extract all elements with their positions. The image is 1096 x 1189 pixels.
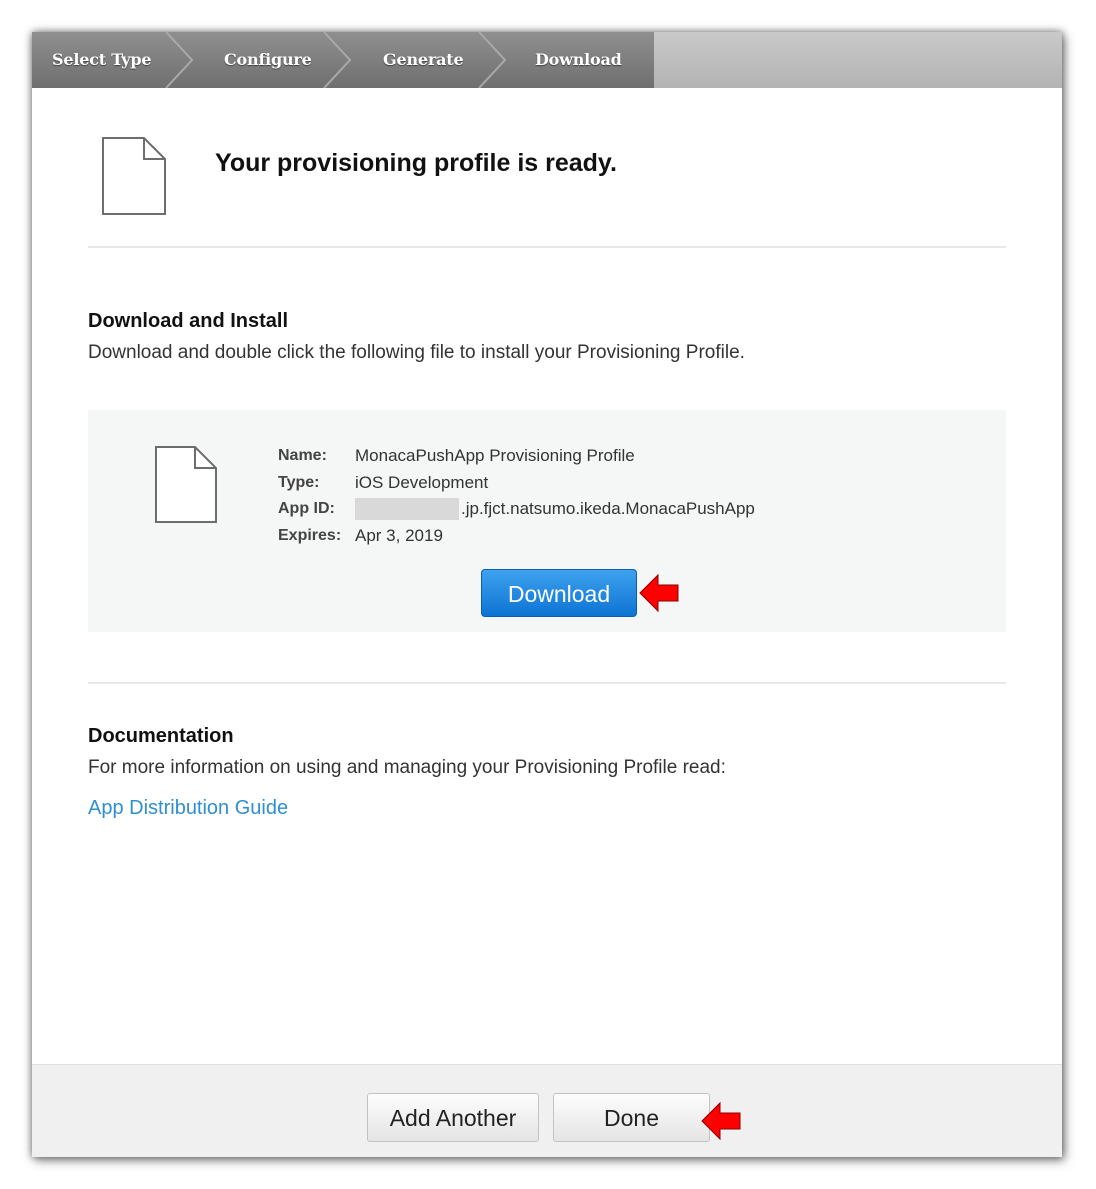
red-arrow-icon [701, 1101, 741, 1141]
documentation-description: For more information on using and managi… [88, 757, 726, 778]
chevron-right-icon [478, 32, 507, 88]
document-icon [102, 137, 166, 215]
documentation-heading: Documentation [88, 725, 234, 747]
steps-bar: Select Type Configure Generate Download [32, 32, 1062, 88]
page-title: Your provisioning profile is ready. [215, 149, 617, 177]
app-id-label: App ID: [278, 500, 335, 517]
divider [88, 682, 1006, 684]
document-icon [155, 446, 217, 523]
type-label: Type: [278, 474, 320, 491]
download-install-heading: Download and Install [88, 310, 289, 332]
app-id-value: .jp.fjct.natsumo.ikeda.MonacaPushApp [461, 499, 755, 518]
step-download: Download [535, 50, 622, 69]
divider [88, 246, 1006, 248]
red-arrow-icon [639, 573, 679, 613]
expires-value: Apr 3, 2019 [355, 526, 443, 545]
name-label: Name: [278, 447, 327, 464]
redacted-block [355, 498, 459, 520]
done-button[interactable]: Done [553, 1093, 710, 1142]
chevron-right-icon [323, 32, 352, 88]
add-another-button[interactable]: Add Another [367, 1093, 539, 1142]
app-distribution-guide-link[interactable]: App Distribution Guide [88, 797, 288, 820]
footer-bar: Add Another Done [32, 1064, 1062, 1157]
type-value: iOS Development [355, 473, 489, 492]
download-button[interactable]: Download [481, 569, 637, 617]
step-select-type: Select Type [52, 50, 152, 69]
provisioning-dialog: Select Type Configure Generate Download … [32, 32, 1062, 1157]
chevron-right-icon [165, 32, 194, 88]
step-configure: Configure [224, 50, 312, 69]
step-generate: Generate [383, 50, 464, 69]
name-value: MonacaPushApp Provisioning Profile [355, 446, 635, 465]
expires-label: Expires: [278, 527, 342, 544]
profile-card: Name: MonacaPushApp Provisioning Profile… [88, 410, 1006, 632]
download-install-description: Download and double click the following … [88, 342, 745, 363]
